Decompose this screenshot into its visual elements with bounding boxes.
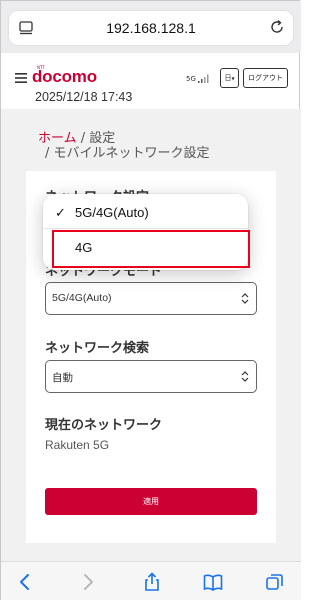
docomo-logo: docomo <box>32 67 97 86</box>
breadcrumb-current: / モバイルネットワーク設定 <box>45 146 210 161</box>
select-chevron-icon <box>241 293 249 304</box>
forward-icon[interactable] <box>78 572 98 592</box>
browser-bottom-bar <box>1 561 301 600</box>
dropdown-divider <box>43 228 248 229</box>
current-network-title: 現在のネットワーク <box>45 418 163 433</box>
share-icon[interactable] <box>142 572 162 592</box>
select-chevron-icon <box>241 371 249 382</box>
highlight-box <box>52 230 250 268</box>
signal-label: 5G <box>186 75 196 83</box>
address-bar[interactable]: 192.168.128.1 <box>9 11 293 45</box>
url-text[interactable]: 192.168.128.1 <box>9 20 293 36</box>
network-mode-value: 5G/4G(Auto) <box>52 292 112 304</box>
datetime: 2025/12/18 17:43 <box>35 90 133 104</box>
logout-button[interactable]: ログアウト <box>243 68 288 88</box>
apply-button[interactable]: 適用 <box>45 488 257 515</box>
signal-bars-icon <box>198 74 209 83</box>
dropdown-option-5g4g-auto[interactable]: ✓ 5G/4G(Auto) <box>43 198 248 228</box>
browser-top-bar: 192.168.128.1 <box>1 1 301 53</box>
tabs-icon[interactable] <box>265 572 285 592</box>
current-network-value: Rakuten 5G <box>45 438 110 452</box>
network-search-title: ネットワーク検索 <box>45 341 150 356</box>
checkmark-icon: ✓ <box>55 205 66 220</box>
option-label: 5G/4G(Auto) <box>75 205 149 220</box>
network-search-value: 自動 <box>52 372 73 384</box>
bookmarks-icon[interactable] <box>203 572 223 592</box>
back-icon[interactable] <box>15 572 35 592</box>
menu-icon[interactable] <box>15 72 27 84</box>
reload-icon[interactable] <box>269 19 285 35</box>
network-mode-select[interactable]: 5G/4G(Auto) <box>45 282 257 315</box>
network-search-select[interactable]: 自動 <box>45 360 257 393</box>
chevron-down-icon: ▼ <box>231 76 235 81</box>
language-button[interactable]: 日▼ <box>220 68 239 88</box>
